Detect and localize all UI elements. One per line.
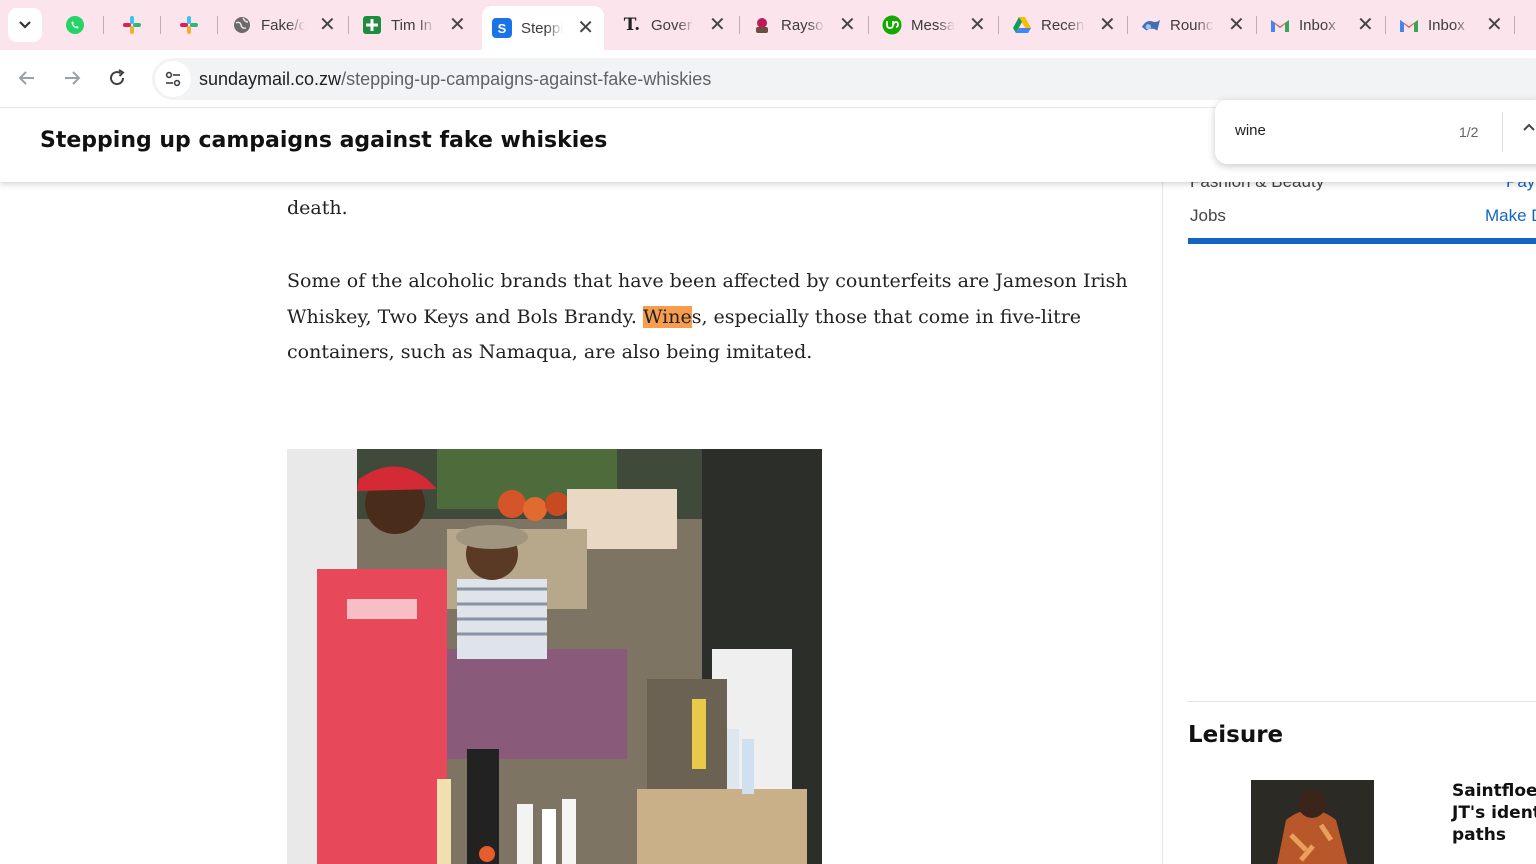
address-bar[interactable]: sundaymail.co.zw/stepping-up-campaigns-a… [152,58,1536,100]
close-icon[interactable]: ✕ [1486,15,1503,35]
find-input[interactable]: wine [1235,122,1266,139]
article-photo [287,449,822,864]
web-page: blurred vision, seizures, unconsciousnes… [0,108,1536,864]
tab-drive[interactable]: Recen ✕ [1002,6,1126,44]
rayson-icon [756,18,768,33]
tab-round[interactable]: Rounc ✕ [1131,6,1255,44]
tab-slack-2[interactable] [164,6,214,44]
close-icon[interactable]: ✕ [969,15,986,35]
slack-icon [123,16,141,34]
tab-tim[interactable]: Tim In ✕ [352,6,476,44]
story-thumbnail[interactable] [1251,780,1374,864]
close-icon[interactable]: ✕ [1228,15,1245,35]
tab-inbox-1[interactable]: Inbox ✕ [1260,6,1384,44]
tab-title: Tim In [391,16,433,34]
story-headline-line: paths [1452,825,1506,845]
find-divider [1502,112,1503,152]
gmail-icon [1400,20,1418,32]
reload-button[interactable] [100,61,134,95]
find-previous-button[interactable] [1521,119,1536,140]
sidebar-link[interactable]: Make D [1485,206,1536,226]
sheets-plus-icon [363,16,381,34]
close-icon[interactable]: ✕ [577,18,594,38]
tab-title: Inbox [1299,16,1336,34]
section-heading: Leisure [1188,722,1284,748]
back-button[interactable] [10,61,44,95]
tab-stepping-active[interactable]: S Steppi ✕ [482,6,604,50]
tab-title: Recen [1041,16,1085,34]
tab-strip: Fake/c ✕ Tim In ✕ S Steppi ✕ T. Gover ✕ … [0,0,1536,50]
column-divider [1162,108,1163,864]
close-icon[interactable]: ✕ [1099,15,1116,35]
paragraph-line: containers, such as Namaqua, are also be… [287,341,813,363]
tab-title: Fake/c [261,16,305,34]
tab-title: Messa [911,16,955,34]
story-headline-line: JT's identi [1452,803,1536,823]
close-icon[interactable]: ✕ [839,15,856,35]
page-title: Stepping up campaigns against fake whisk… [40,128,608,153]
s-icon: S [492,18,512,38]
chevron-down-icon [19,21,31,29]
find-bar: wine 1/2 [1215,100,1536,164]
divider [1188,701,1536,702]
tab-whatsapp[interactable] [50,6,100,44]
url-path: /stepping-up-campaigns-against-fake-whis… [341,68,712,89]
find-highlight: Wine [642,305,692,328]
close-icon[interactable]: ✕ [319,15,336,35]
text-run: s, especially those that come in five-li… [691,305,1082,328]
close-icon[interactable]: ✕ [709,15,726,35]
tab-title: Rayso [781,16,824,34]
chevron-up-icon [1523,123,1535,131]
tab-title: Rounc [1170,16,1214,34]
drive-icon [1013,17,1031,33]
sidebar-accent-bar [1188,238,1536,244]
text-run: Whiskey, Two Keys and Bols Brandy. [287,305,643,328]
whatsapp-icon [66,16,84,34]
t-icon: T. [623,15,641,35]
forward-button[interactable] [55,61,89,95]
article-paragraph: Some of the alcoholic brands that have b… [287,264,1147,371]
tab-title: Steppi [521,19,564,37]
tab-slack-1[interactable] [107,6,157,44]
story-headline[interactable]: Saintfloew JT's identi paths [1452,780,1536,846]
paragraph-line: Whiskey, Two Keys and Bols Brandy. Wines… [287,300,1147,336]
tab-search-button[interactable] [8,8,42,42]
tab-inbox-2[interactable]: Inbox ✕ [1389,6,1513,44]
url-domain: sundaymail.co.zw [199,68,342,89]
story-headline-line: Saintfloew [1452,781,1536,801]
close-icon[interactable]: ✕ [1357,15,1374,35]
site-info-button[interactable] [155,61,191,97]
article-line-death: death. [287,197,348,219]
forward-arrow-icon [65,71,81,85]
tab-title: Gover [651,16,692,34]
round-icon [1141,19,1161,31]
back-arrow-icon [18,71,34,85]
tab-gover[interactable]: T. Gover ✕ [612,6,736,44]
find-match-count: 1/2 [1459,124,1479,140]
tab-rayson[interactable]: Rayso ✕ [742,6,866,44]
slack-icon [180,16,198,34]
tab-title: Inbox [1428,16,1465,34]
sidebar-category[interactable]: Jobs [1190,206,1226,226]
tab-fake[interactable]: Fake/c ✕ [222,6,346,44]
globe-icon [234,17,250,33]
upwork-icon [882,15,902,35]
tab-upwork[interactable]: Messa ✕ [872,6,996,44]
url-text[interactable]: sundaymail.co.zw/stepping-up-campaigns-a… [199,69,711,90]
sidebar: Fashion & Beauty Pay Jobs Make D Leisure… [1188,108,1536,864]
gmail-icon [1271,20,1289,32]
paragraph-line: Some of the alcoholic brands that have b… [287,270,1128,292]
close-icon[interactable]: ✕ [449,15,466,35]
reload-icon [110,69,125,86]
tune-icon [165,71,181,87]
